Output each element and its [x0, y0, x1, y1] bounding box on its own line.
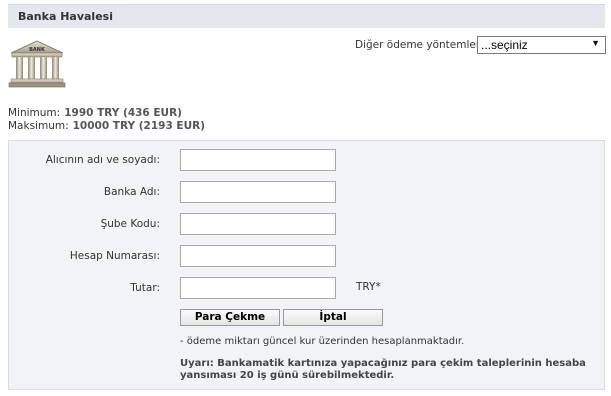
amount-label: Tutar: — [130, 282, 160, 294]
payment-method-select[interactable]: ...seçiniz ▼ — [477, 36, 606, 54]
amount-currency: TRY* — [356, 281, 381, 293]
chevron-down-icon: ▼ — [591, 38, 600, 48]
form-row-branch-code: Şube Kodu: — [9, 213, 606, 235]
branch-code-label: Şube Kodu: — [100, 218, 160, 230]
amount-input[interactable] — [180, 277, 336, 299]
maximum-row: Maksimum: 10000 TRY (2193 EUR) — [8, 120, 205, 133]
other-methods-label: Diğer ödeme yöntemleri — [355, 39, 484, 51]
minimum-value: 1990 TRY (436 EUR) — [64, 107, 182, 119]
withdrawal-form: Alıcının adı ve soyadı: Banka Adı: Şube … — [8, 140, 605, 390]
section-header: Banka Havalesi — [8, 4, 605, 28]
payment-method-selected: ...seçiniz — [481, 38, 528, 52]
account-number-label: Hesap Numarası: — [69, 250, 160, 262]
account-number-input[interactable] — [180, 245, 336, 267]
minimum-label: Minimum: — [8, 107, 61, 119]
withdraw-button[interactable]: Para Çekme — [180, 309, 280, 326]
bank-icon-label: BANK — [29, 47, 46, 53]
exchange-rate-note: - ödeme miktarı güncel kur üzerinden hes… — [180, 336, 465, 347]
recipient-name-input[interactable] — [180, 149, 336, 171]
form-row-amount: Tutar: TRY* — [9, 277, 606, 299]
processing-time-warning: Uyarı: Bankamatik kartınıza yapacağınız … — [180, 358, 586, 381]
form-row-recipient-name: Alıcının adı ve soyadı: — [9, 149, 606, 171]
minimum-row: Minimum: 1990 TRY (436 EUR) — [8, 107, 205, 120]
bank-icon: BANK — [8, 40, 66, 88]
cancel-button[interactable]: İptal — [283, 309, 383, 326]
bank-name-input[interactable] — [180, 181, 336, 203]
section-title: Banka Havalesi — [18, 10, 113, 23]
maximum-value: 10000 TRY (2193 EUR) — [72, 120, 206, 132]
limits-info: Minimum: 1990 TRY (436 EUR) Maksimum: 1000… — [8, 107, 205, 133]
form-row-bank-name: Banka Adı: — [9, 181, 606, 203]
form-row-account-number: Hesap Numarası: — [9, 245, 606, 267]
branch-code-input[interactable] — [180, 213, 336, 235]
recipient-name-label: Alıcının adı ve soyadı: — [45, 154, 160, 166]
bank-name-label: Banka Adı: — [103, 186, 160, 198]
maximum-label: Maksimum: — [8, 120, 69, 132]
